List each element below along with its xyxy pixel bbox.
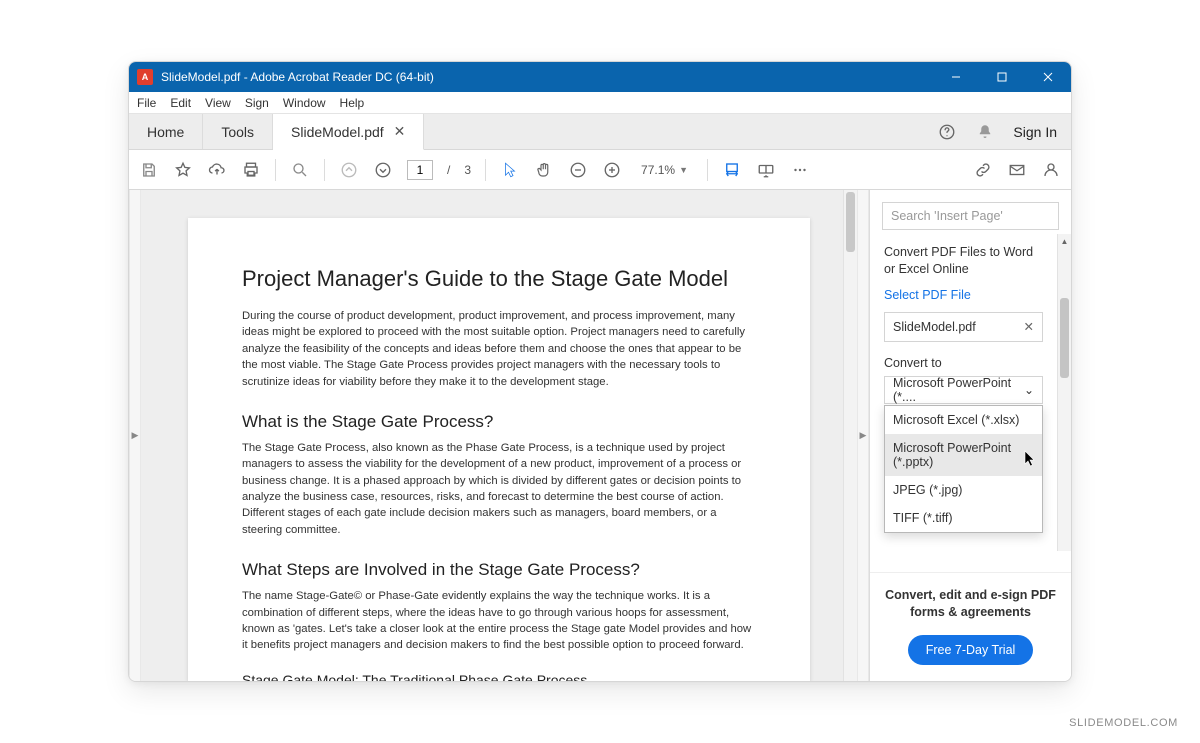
read-mode-icon[interactable] (756, 160, 776, 180)
sidepanel-scrollbar[interactable]: ▲ (1057, 234, 1071, 551)
titlebar: A SlideModel.pdf - Adobe Acrobat Reader … (129, 62, 1071, 92)
menu-window[interactable]: Window (283, 96, 326, 110)
pdf-page: Project Manager's Guide to the Stage Gat… (188, 218, 810, 681)
link-share-icon[interactable] (973, 160, 993, 180)
tab-home-label: Home (147, 124, 184, 140)
tab-document-label: SlideModel.pdf (291, 124, 384, 140)
content-row: ▶ Project Manager's Guide to the Stage G… (129, 190, 1071, 681)
document-scrollbar[interactable] (843, 190, 857, 681)
format-dropdown: Microsoft Excel (*.xlsx) Microsoft Power… (884, 405, 1043, 533)
save-icon[interactable] (139, 160, 159, 180)
maximize-button[interactable] (979, 62, 1025, 92)
select-file-link[interactable]: Select PDF File (884, 288, 1043, 302)
sign-in-link[interactable]: Sign In (1013, 124, 1057, 140)
menubar: File Edit View Sign Window Help (129, 92, 1071, 114)
remove-file-icon[interactable]: ✕ (1024, 319, 1034, 334)
page-total: 3 (464, 163, 471, 177)
promo-box: Convert, edit and e-sign PDF forms & agr… (870, 572, 1071, 681)
menu-edit[interactable]: Edit (170, 96, 191, 110)
tab-home[interactable]: Home (129, 114, 203, 149)
tab-tools-label: Tools (221, 124, 254, 140)
option-jpeg[interactable]: JPEG (*.jpg) (885, 476, 1042, 504)
zoom-find-icon[interactable] (290, 160, 310, 180)
cloud-upload-icon[interactable] (207, 160, 227, 180)
fit-width-icon[interactable] (722, 160, 742, 180)
menu-sign[interactable]: Sign (245, 96, 269, 110)
menu-view[interactable]: View (205, 96, 231, 110)
minimize-button[interactable] (933, 62, 979, 92)
account-icon[interactable] (1041, 160, 1061, 180)
tab-document[interactable]: SlideModel.pdf ✕ (273, 114, 424, 150)
bell-icon[interactable] (975, 122, 995, 142)
zoom-in-icon[interactable] (602, 160, 622, 180)
convert-format-select[interactable]: Microsoft PowerPoint (*.... ⌄ Microsoft … (884, 376, 1043, 404)
chevron-down-icon: ⌄ (1024, 383, 1034, 397)
help-icon[interactable] (937, 122, 957, 142)
panel-section-title: Convert PDF Files to Word or Excel Onlin… (884, 244, 1043, 278)
convert-to-label: Convert to (884, 356, 1043, 370)
document-area: Project Manager's Guide to the Stage Gat… (141, 190, 857, 681)
option-tiff[interactable]: TIFF (*.tiff) (885, 504, 1042, 532)
page-sep: / (447, 163, 450, 177)
tools-sidepanel: Search 'Insert Page' Convert PDF Files t… (869, 190, 1071, 681)
more-icon[interactable] (790, 160, 810, 180)
watermark: SLIDEMODEL.COM (1069, 717, 1178, 729)
app-window: A SlideModel.pdf - Adobe Acrobat Reader … (128, 61, 1072, 682)
doc-p2: The Stage Gate Process, also known as th… (242, 440, 756, 538)
doc-h2b: What Steps are Involved in the Stage Gat… (242, 560, 756, 580)
menu-help[interactable]: Help (340, 96, 365, 110)
menu-file[interactable]: File (137, 96, 156, 110)
doc-p1: During the course of product development… (242, 308, 756, 390)
option-xlsx[interactable]: Microsoft Excel (*.xlsx) (885, 406, 1042, 434)
search-input[interactable]: Search 'Insert Page' (882, 202, 1059, 230)
doc-h3: Stage Gate Model: The Traditional Phase … (242, 672, 756, 681)
email-icon[interactable] (1007, 160, 1027, 180)
page-down-icon[interactable] (373, 160, 393, 180)
scroll-up-icon[interactable]: ▲ (1058, 234, 1071, 248)
tab-close-icon[interactable]: ✕ (394, 123, 406, 140)
selected-file-name: SlideModel.pdf (893, 320, 976, 334)
tabbar: Home Tools SlideModel.pdf ✕ Sign In (129, 114, 1071, 150)
zoom-out-icon[interactable] (568, 160, 588, 180)
page-number-input[interactable] (407, 160, 433, 180)
toolbar: / 3 77.1% ▼ (129, 150, 1071, 190)
zoom-select[interactable]: 77.1% ▼ (636, 160, 693, 180)
caret-down-icon: ▼ (679, 165, 688, 175)
right-panel-handle[interactable]: ▶ (857, 190, 869, 681)
selected-file-box: SlideModel.pdf ✕ (884, 312, 1043, 342)
doc-title: Project Manager's Guide to the Stage Gat… (242, 266, 756, 292)
promo-headline: Convert, edit and e-sign PDF forms & agr… (884, 587, 1057, 621)
close-button[interactable] (1025, 62, 1071, 92)
hand-tool-icon[interactable] (534, 160, 554, 180)
doc-h2a: What is the Stage Gate Process? (242, 412, 756, 432)
doc-p3: The name Stage-Gate© or Phase-Gate evide… (242, 588, 756, 654)
window-title: SlideModel.pdf - Adobe Acrobat Reader DC… (161, 70, 933, 84)
page-up-icon[interactable] (339, 160, 359, 180)
select-value: Microsoft PowerPoint (*.... (893, 376, 1024, 404)
window-controls (933, 62, 1071, 92)
print-icon[interactable] (241, 160, 261, 180)
zoom-value: 77.1% (641, 163, 675, 177)
option-pptx[interactable]: Microsoft PowerPoint (*.pptx) (885, 434, 1042, 476)
free-trial-button[interactable]: Free 7-Day Trial (908, 635, 1034, 665)
search-placeholder: Search 'Insert Page' (891, 209, 1003, 223)
tab-tools[interactable]: Tools (203, 114, 273, 149)
acrobat-app-icon: A (137, 69, 153, 85)
star-icon[interactable] (173, 160, 193, 180)
left-panel-handle[interactable]: ▶ (129, 190, 141, 681)
selection-tool-icon[interactable] (500, 160, 520, 180)
